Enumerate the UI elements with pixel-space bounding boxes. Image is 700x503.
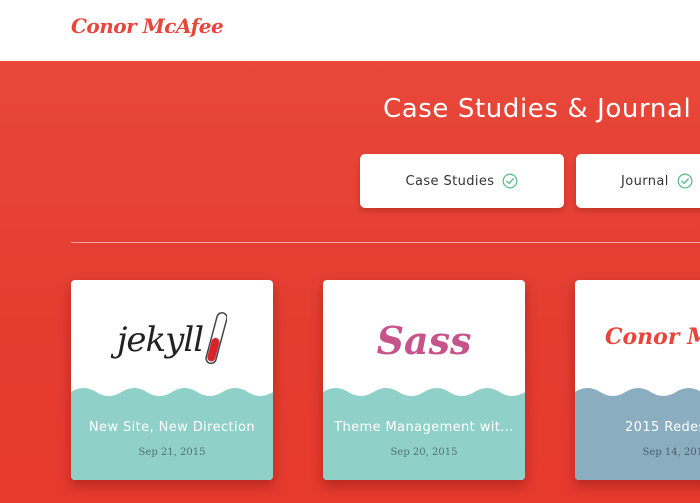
test-tube-icon <box>205 312 228 365</box>
card-date: Sep 20, 2015 <box>390 447 458 458</box>
card-date: Sep 21, 2015 <box>138 447 206 458</box>
hero-section: Case Studies & Journal Case Studies Jour… <box>0 61 700 503</box>
card-thumbnail: Conor McAfee <box>575 280 700 400</box>
post-card[interactable]: Sass Theme Management wit... Sep 20, 201… <box>323 280 525 480</box>
post-card[interactable]: Conor McAfee 2015 Redesign Sep 14, 2015 <box>575 280 700 480</box>
filter-journal-button[interactable]: Journal <box>576 154 700 208</box>
jekyll-logo: jekyll <box>116 320 204 360</box>
sass-logo: Sass <box>376 317 472 363</box>
check-circle-icon <box>677 173 693 189</box>
card-title: New Site, New Direction <box>88 420 256 435</box>
card-date: Sep 14, 2015 <box>642 447 700 458</box>
filter-label: Journal <box>621 173 669 189</box>
card-footer: New Site, New Direction Sep 21, 2015 <box>71 396 273 480</box>
section-divider <box>71 242 700 243</box>
card-footer: Theme Management wit... Sep 20, 2015 <box>323 396 525 480</box>
card-footer: 2015 Redesign Sep 14, 2015 <box>575 396 700 480</box>
filter-label: Case Studies <box>405 173 495 189</box>
check-circle-icon <box>503 173 518 189</box>
site-logo[interactable]: Conor McAfee <box>71 14 224 38</box>
post-card[interactable]: jekyll New Site, New Direction Sep 21, 2… <box>71 280 273 480</box>
card-thumbnail: jekyll <box>71 280 273 400</box>
page-title: Case Studies & Journal <box>383 94 692 124</box>
card-title: 2015 Redesign <box>625 420 700 435</box>
card-title: Theme Management wit... <box>334 420 514 435</box>
card-thumbnail: Sass <box>323 280 525 400</box>
filter-case-studies-button[interactable]: Case Studies <box>360 154 564 208</box>
conor-mcafee-logo: Conor McAfee <box>605 324 700 350</box>
site-header: Conor McAfee <box>0 0 700 61</box>
